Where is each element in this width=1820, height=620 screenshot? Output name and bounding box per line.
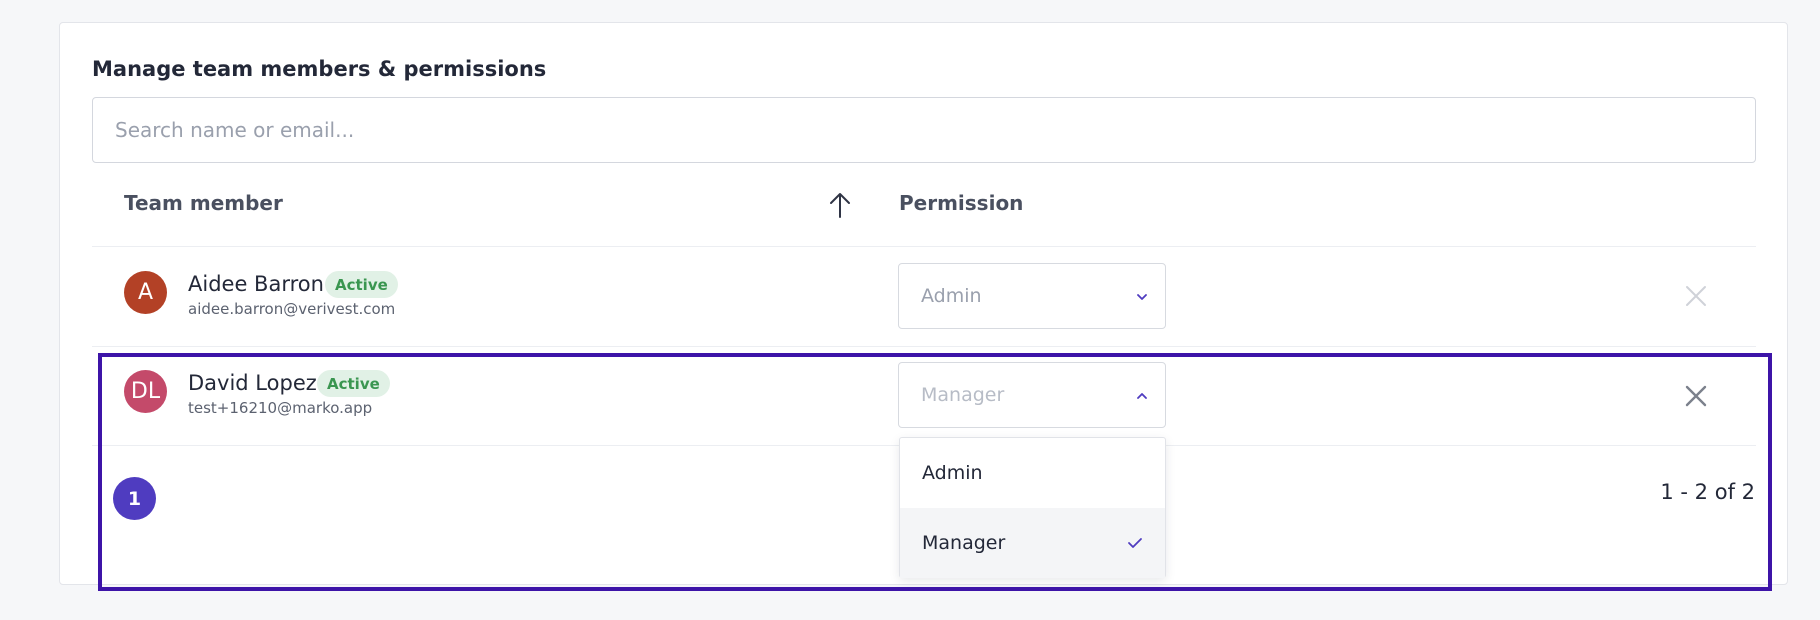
arrow-up-icon[interactable] <box>828 191 852 219</box>
permission-dropdown-menu: Admin Manager <box>899 437 1166 578</box>
avatar: DL <box>124 370 167 413</box>
member-name: Aidee Barron <box>188 272 324 296</box>
menu-item-label: Admin <box>922 462 983 484</box>
permission-select-value: Manager <box>921 384 1005 406</box>
menu-item-label: Manager <box>922 532 1006 554</box>
permission-select[interactable]: Admin <box>898 263 1166 329</box>
status-badge: Active <box>317 370 390 397</box>
chevron-down-icon <box>1137 294 1147 300</box>
status-badge: Active <box>325 271 398 298</box>
column-header-team-member[interactable]: Team member <box>124 191 283 215</box>
member-name: David Lopez <box>188 371 317 395</box>
close-icon[interactable] <box>1682 382 1710 410</box>
search-input[interactable] <box>93 98 1755 162</box>
chevron-up-icon <box>1137 393 1147 399</box>
pagination-range: 1 - 2 of 2 <box>1660 480 1755 504</box>
avatar: A <box>124 271 167 314</box>
permission-select[interactable]: Manager <box>898 362 1166 428</box>
permission-select-value: Admin <box>921 285 982 307</box>
member-email: aidee.barron@verivest.com <box>188 300 396 318</box>
search-field[interactable] <box>92 97 1756 163</box>
member-email: test+16210@marko.app <box>188 399 373 417</box>
divider <box>92 246 1756 247</box>
column-header-permission: Permission <box>899 191 1024 215</box>
divider <box>92 346 1756 347</box>
menu-item-manager[interactable]: Manager <box>900 508 1165 578</box>
panel-title: Manage team members & permissions <box>92 57 547 81</box>
page-button-current[interactable]: 1 <box>113 477 156 520</box>
close-icon[interactable] <box>1682 282 1710 310</box>
checkmark-icon <box>1128 538 1142 548</box>
menu-item-admin[interactable]: Admin <box>900 438 1165 508</box>
